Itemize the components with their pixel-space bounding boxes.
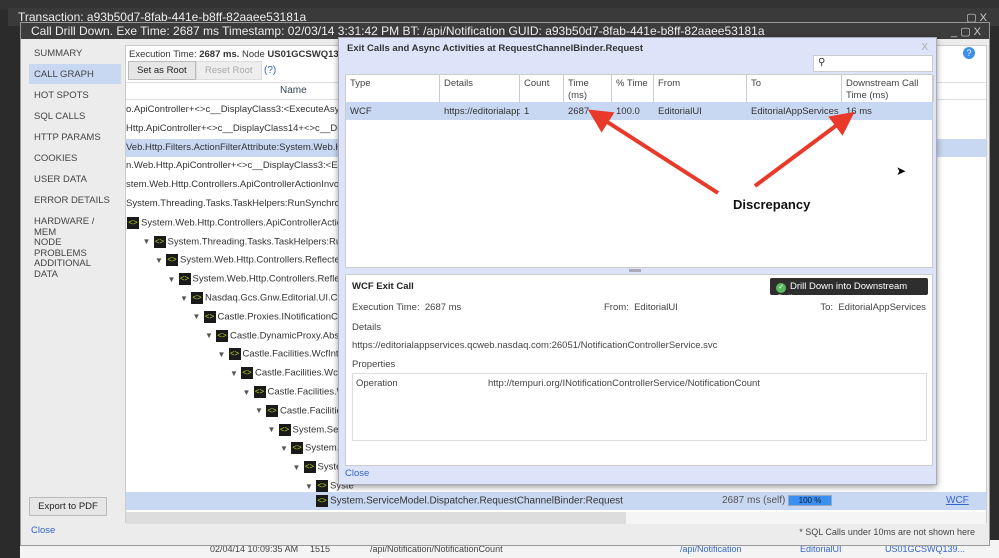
discrepancy-label: Discrepancy — [733, 197, 811, 212]
arrow-to-downstream-time — [753, 111, 855, 188]
annotation-arrows — [587, 109, 855, 195]
mouse-cursor: ➤ — [896, 164, 907, 178]
arrow-to-time — [587, 109, 720, 195]
